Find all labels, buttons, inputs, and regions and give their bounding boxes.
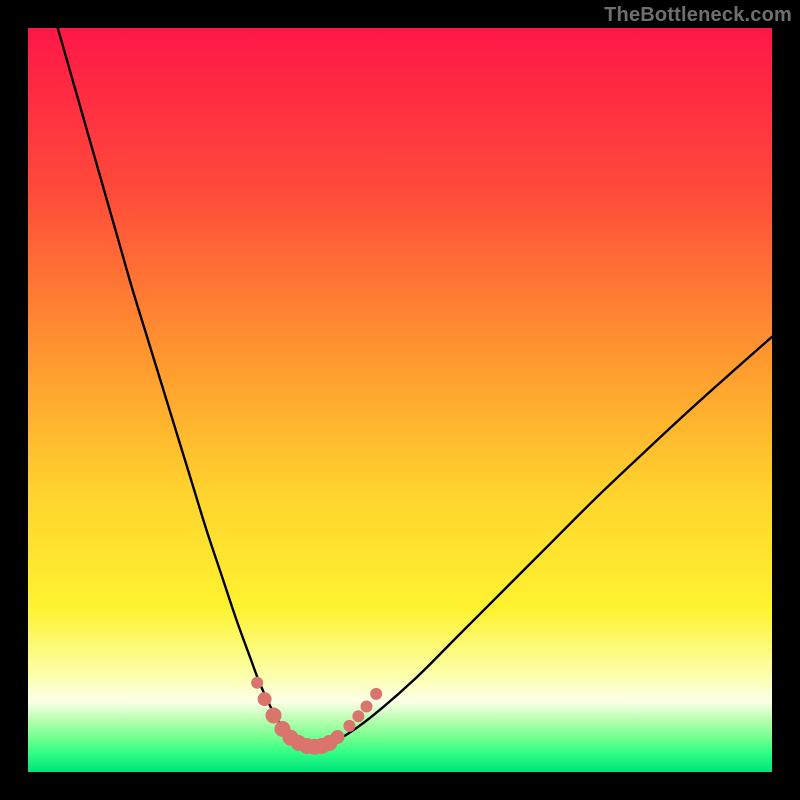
watermark-text: TheBottleneck.com	[604, 4, 792, 27]
marker-dot	[361, 701, 373, 713]
marker-dot	[266, 707, 282, 723]
marker-dot	[251, 677, 263, 689]
marker-dot	[258, 692, 272, 706]
marker-dot	[343, 720, 355, 732]
marker-dot	[370, 688, 382, 700]
chart-svg	[28, 28, 772, 772]
gradient-background	[28, 28, 772, 772]
plot-area	[28, 28, 772, 772]
outer-frame: TheBottleneck.com	[0, 0, 800, 800]
marker-dot	[352, 710, 364, 722]
marker-dot	[331, 730, 345, 744]
